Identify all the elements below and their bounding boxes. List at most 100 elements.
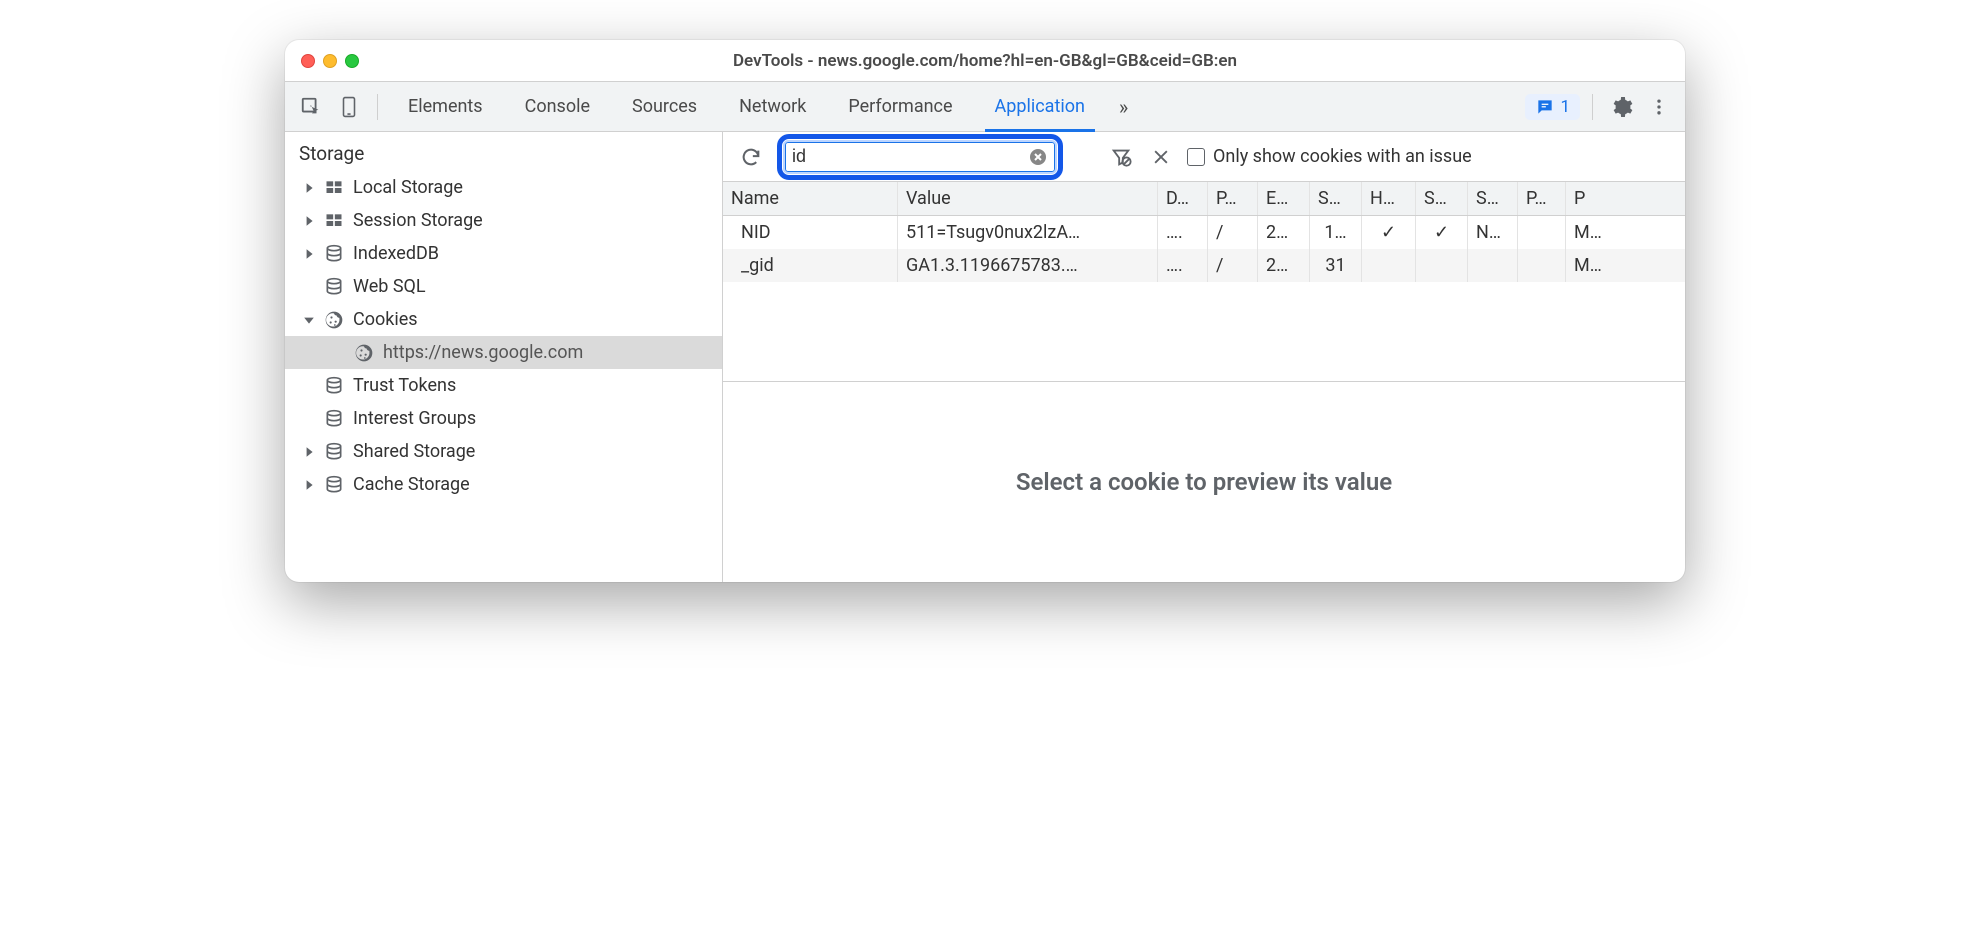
sidebar-item-interest-groups[interactable]: Interest Groups (285, 402, 722, 435)
tab-console[interactable]: Console (507, 82, 608, 131)
separator (1592, 94, 1593, 120)
col-partitionkey[interactable]: P… (1518, 182, 1566, 215)
funnel-clear-icon (1110, 146, 1132, 168)
minimize-window-button[interactable] (323, 54, 337, 68)
sidebar-item-shared-storage[interactable]: Shared Storage (285, 435, 722, 468)
cell-secure: ✓ (1416, 216, 1468, 249)
sidebar-item-cache-storage[interactable]: Cache Storage (285, 468, 722, 501)
cookies-table: Name Value D… P… E… S… H… S… S… P… P NID… (723, 182, 1685, 382)
sidebar-item-trust-tokens[interactable]: Trust Tokens (285, 369, 722, 402)
sidebar-item-https-news-google-com[interactable]: https://news.google.com (285, 336, 722, 369)
clear-icon (1028, 147, 1048, 167)
col-samesite[interactable]: S… (1468, 182, 1518, 215)
col-path[interactable]: P… (1208, 182, 1258, 215)
checkbox-icon (1187, 148, 1205, 166)
close-window-button[interactable] (301, 54, 315, 68)
sidebar: Storage Local Storage Session Storage Inde… (285, 132, 723, 582)
table-row[interactable]: NID511=Tsugv0nux2lzA……./2…1…✓✓N…M… (723, 216, 1685, 249)
message-icon (1535, 97, 1555, 117)
filter-box (785, 142, 1055, 172)
tab-application[interactable]: Application (977, 82, 1103, 131)
issues-badge[interactable]: 1 (1525, 94, 1580, 120)
sidebar-item-label: Web SQL (353, 276, 426, 297)
only-issues-checkbox[interactable]: Only show cookies with an issue (1187, 146, 1472, 167)
cell-secure (1416, 249, 1468, 282)
sidebar-item-label: Cache Storage (353, 474, 470, 495)
cell-path: / (1208, 249, 1258, 282)
sidebar-item-label: Shared Storage (353, 441, 475, 462)
cell-expires: 2… (1258, 249, 1310, 282)
only-issues-label: Only show cookies with an issue (1213, 146, 1472, 167)
tabbar: Elements Console Sources Network Perform… (285, 82, 1685, 132)
cell-priority: M… (1566, 249, 1616, 282)
col-size[interactable]: S… (1310, 182, 1362, 215)
window-title: DevTools - news.google.com/home?hl=en-GB… (285, 51, 1685, 71)
cookies-panel: Only show cookies with an issue Name Val… (723, 132, 1685, 582)
maximize-window-button[interactable] (345, 54, 359, 68)
cell-expires: 2… (1258, 216, 1310, 249)
content: Storage Local Storage Session Storage Inde… (285, 132, 1685, 582)
traffic-lights (301, 54, 359, 68)
cookie-preview-empty: Select a cookie to preview its value (723, 382, 1685, 582)
cell-samesite: N… (1468, 216, 1518, 249)
cell-size: 31 (1310, 249, 1362, 282)
cell-value: 511=Tsugv0nux2lzA… (898, 216, 1158, 249)
issues-count: 1 (1560, 97, 1570, 117)
tabs-overflow-button[interactable]: » (1109, 82, 1136, 131)
tab-elements[interactable]: Elements (390, 82, 501, 131)
clear-filter-funnel-button[interactable] (1107, 143, 1135, 171)
more-menu-button[interactable] (1643, 91, 1675, 123)
cell-name: _gid (723, 249, 898, 282)
settings-button[interactable] (1605, 91, 1637, 123)
cell-value: GA1.3.1196675783.… (898, 249, 1158, 282)
clear-filter-button[interactable] (1028, 147, 1048, 167)
kebab-icon (1649, 97, 1669, 117)
col-expires[interactable]: E… (1258, 182, 1310, 215)
separator (377, 94, 378, 120)
sidebar-item-label: IndexedDB (353, 243, 439, 264)
sidebar-heading-storage: Storage (285, 132, 722, 171)
tab-network[interactable]: Network (721, 82, 824, 131)
col-secure[interactable]: S… (1416, 182, 1468, 215)
sidebar-item-label: Local Storage (353, 177, 463, 198)
col-priority[interactable]: P (1566, 182, 1616, 215)
inspect-element-icon[interactable] (295, 91, 327, 123)
cell-httponly (1362, 249, 1416, 282)
cell-priority: M… (1566, 216, 1616, 249)
close-icon (1151, 147, 1171, 167)
sidebar-item-label: Session Storage (353, 210, 483, 231)
cell-path: / (1208, 216, 1258, 249)
cell-domain: …. (1158, 216, 1208, 249)
device-toolbar-icon[interactable] (333, 91, 365, 123)
col-domain[interactable]: D… (1158, 182, 1208, 215)
filter-highlight (777, 134, 1063, 180)
sidebar-item-label: https://news.google.com (383, 342, 583, 363)
sidebar-item-cookies[interactable]: Cookies (285, 303, 722, 336)
tab-performance[interactable]: Performance (830, 82, 970, 131)
cookies-table-wrap: Name Value D… P… E… S… H… S… S… P… P NID… (723, 182, 1685, 582)
refresh-button[interactable] (737, 143, 765, 171)
sidebar-item-session-storage[interactable]: Session Storage (285, 204, 722, 237)
col-value[interactable]: Value (898, 182, 1158, 215)
titlebar: DevTools - news.google.com/home?hl=en-GB… (285, 40, 1685, 82)
sidebar-item-label: Interest Groups (353, 408, 476, 429)
cell-name: NID (723, 216, 898, 249)
table-row[interactable]: _gidGA1.3.1196675783.……./2…31M… (723, 249, 1685, 282)
sidebar-item-label: Cookies (353, 309, 418, 330)
table-header-row: Name Value D… P… E… S… H… S… S… P… P (723, 182, 1685, 216)
col-name[interactable]: Name (723, 182, 898, 215)
cell-size: 1… (1310, 216, 1362, 249)
sidebar-item-label: Trust Tokens (353, 375, 456, 396)
col-httponly[interactable]: H… (1362, 182, 1416, 215)
gear-icon (1609, 95, 1633, 119)
sidebar-item-local-storage[interactable]: Local Storage (285, 171, 722, 204)
sidebar-item-indexeddb[interactable]: IndexedDB (285, 237, 722, 270)
sidebar-item-web-sql[interactable]: Web SQL (285, 270, 722, 303)
filter-input[interactable] (792, 146, 1028, 167)
tab-sources[interactable]: Sources (614, 82, 715, 131)
clear-all-button[interactable] (1147, 143, 1175, 171)
cell-samesite (1468, 249, 1518, 282)
devtools-window: DevTools - news.google.com/home?hl=en-GB… (285, 40, 1685, 582)
refresh-icon (740, 146, 762, 168)
cell-httponly: ✓ (1362, 216, 1416, 249)
